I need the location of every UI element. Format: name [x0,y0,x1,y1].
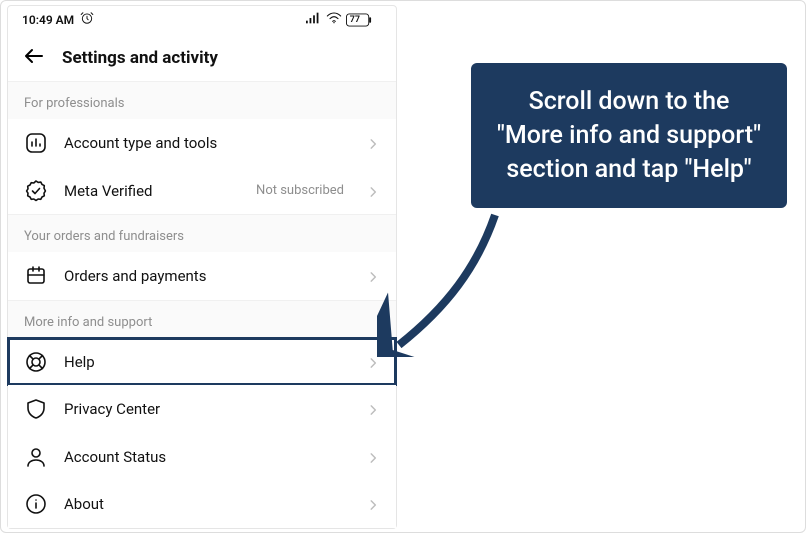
page-title: Settings and activity [62,48,218,68]
row-label: Privacy Center [64,400,350,418]
row-secondary: Not subscribed [256,183,344,198]
row-label: About [64,495,350,513]
chevron-right-icon [366,450,380,464]
chevron-right-icon [366,355,380,369]
bar-chart-icon [24,131,48,155]
row-label: Orders and payments [64,267,350,285]
row-orders-payments[interactable]: Orders and payments [8,252,396,300]
battery-percent: 77 [350,15,360,25]
chevron-right-icon [366,269,380,283]
row-account-type-tools[interactable]: Account type and tools [8,119,396,167]
info-icon [24,492,48,516]
row-help[interactable]: Help [8,338,396,386]
verified-badge-icon [24,179,48,203]
chevron-right-icon [366,184,380,198]
row-label: Help [64,353,350,371]
row-about[interactable]: About [8,480,396,528]
phone-frame: 10:49 AM 77 Settings and activity For pr… [7,5,397,529]
row-label: Meta Verified [64,182,240,200]
status-bar: 10:49 AM 77 [8,6,396,34]
battery-icon: 77 [346,13,382,27]
signal-icon [306,12,322,27]
row-meta-verified[interactable]: Meta Verified Not subscribed [8,167,396,215]
section-label-support: More info and support [8,300,396,338]
section-label-orders: Your orders and fundraisers [8,214,396,252]
annotation-text: Scroll down to the "More info and suppor… [497,87,761,184]
back-icon[interactable] [22,44,46,72]
page-header: Settings and activity [8,34,396,82]
row-label: Account Status [64,448,350,466]
row-privacy-center[interactable]: Privacy Center [8,385,396,433]
chevron-right-icon [366,497,380,511]
row-account-status[interactable]: Account Status [8,433,396,481]
row-label: Account type and tools [64,134,350,152]
shield-icon [24,397,48,421]
lifebuoy-icon [24,350,48,374]
alarm-icon [80,11,94,28]
annotation-callout: Scroll down to the "More info and suppor… [471,63,787,208]
chevron-right-icon [366,136,380,150]
section-label-professionals: For professionals [8,81,396,119]
wifi-icon [326,12,342,27]
status-time: 10:49 AM [22,13,74,27]
person-icon [24,445,48,469]
chevron-right-icon [366,402,380,416]
orders-icon [24,264,48,288]
